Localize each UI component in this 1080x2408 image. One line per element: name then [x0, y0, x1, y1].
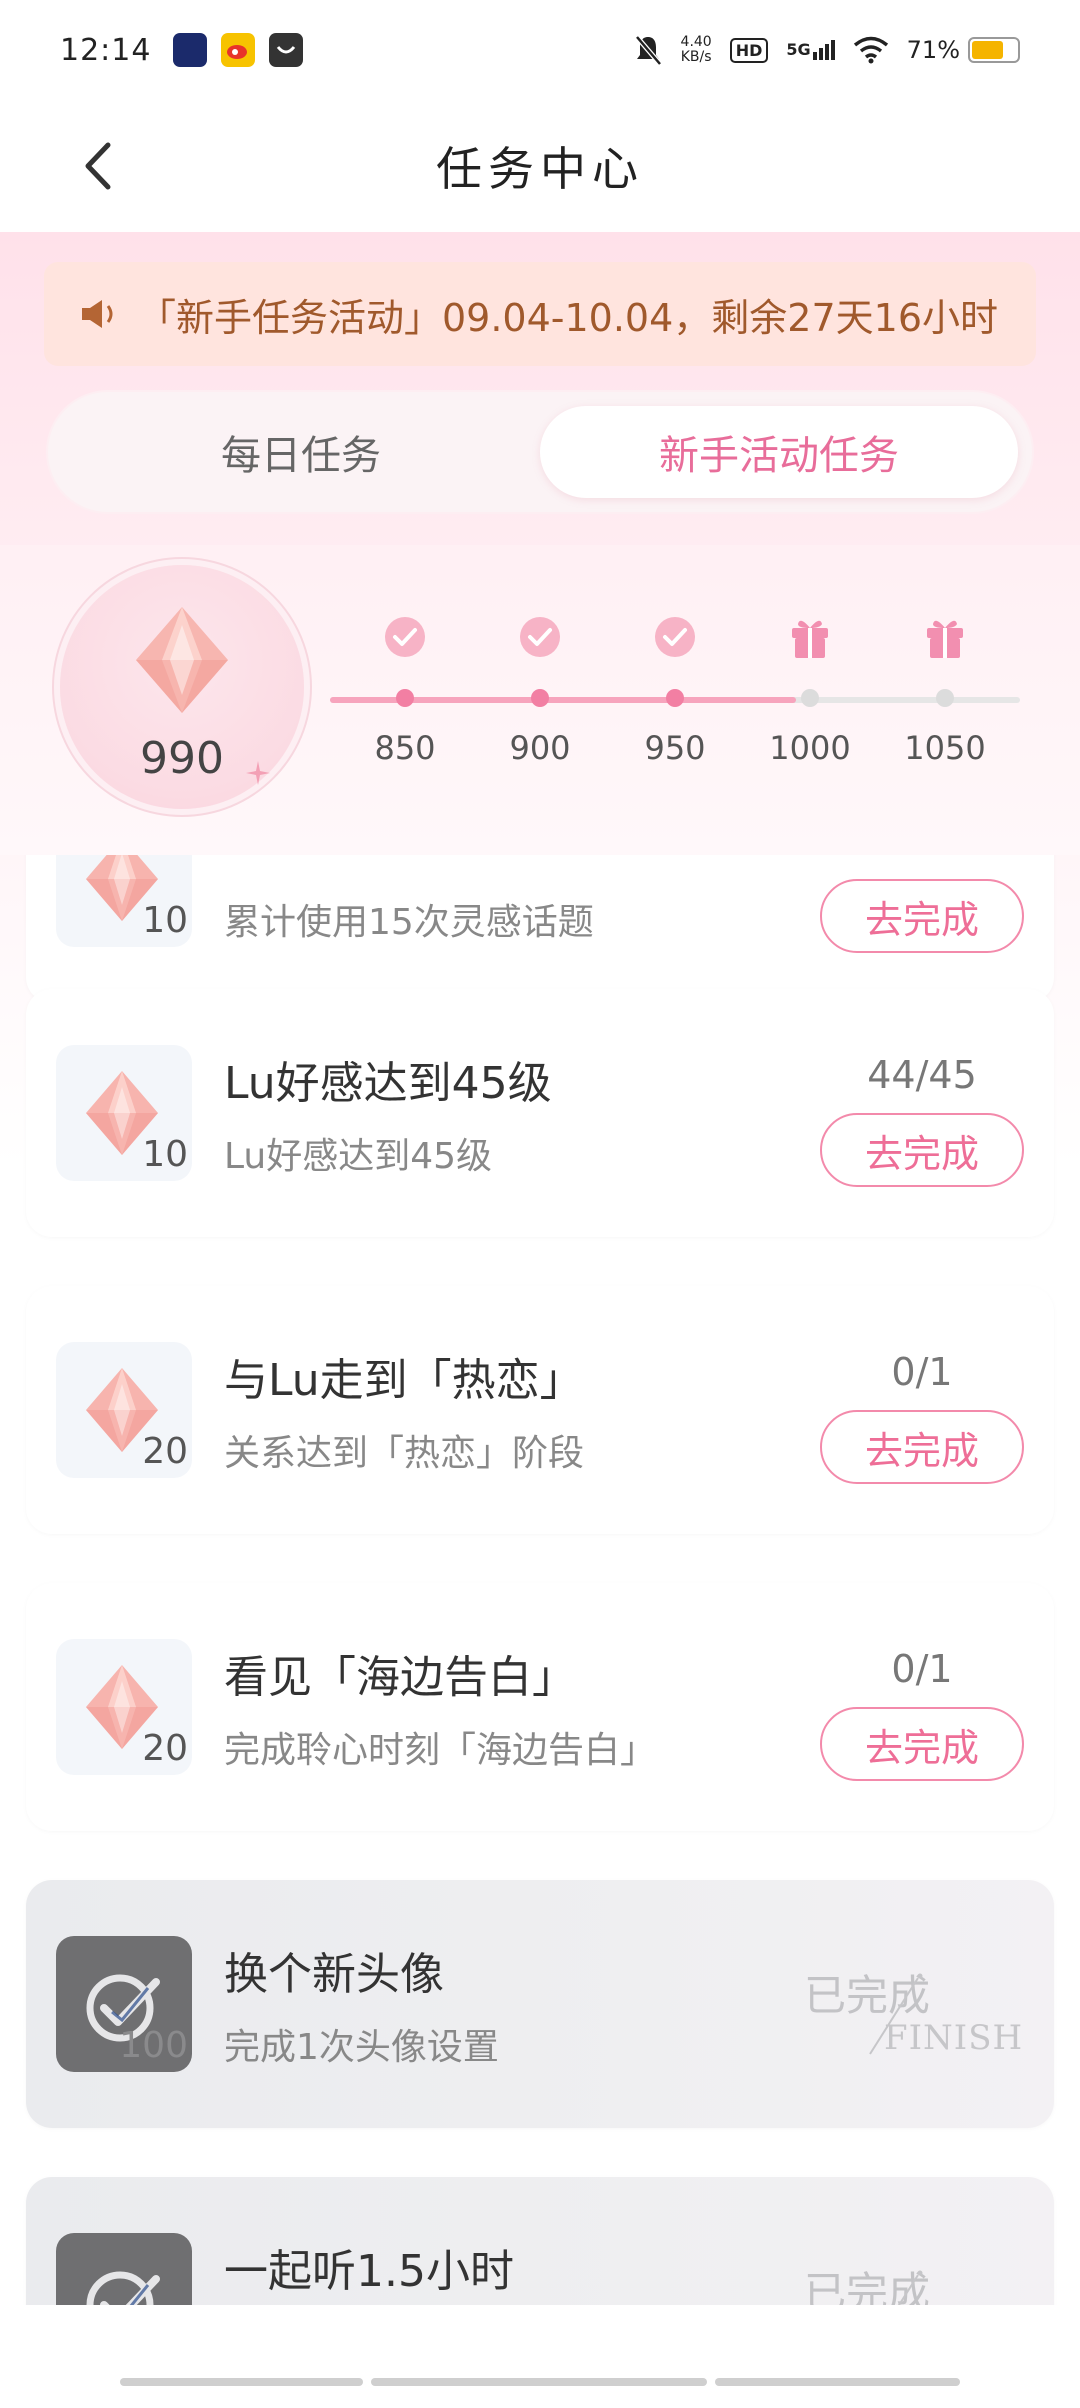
go-complete-button[interactable]: 去完成 [820, 1113, 1024, 1187]
battery-text: 71% [906, 36, 960, 64]
go-complete-button[interactable]: 去完成 [820, 1410, 1024, 1484]
milestone-label: 900 [509, 729, 571, 767]
back-button[interactable] [70, 138, 126, 194]
task-reward-icon: 10 [56, 855, 192, 947]
check-circle-icon [520, 617, 560, 657]
check-circle-icon [655, 617, 695, 657]
signal-icon: 5G [786, 40, 835, 60]
milestone-850[interactable]: 850 [345, 545, 465, 767]
gesture-bar [120, 2378, 960, 2386]
task-title: 看见「海边告白」 [224, 1652, 576, 1703]
task-description: Lu好感达到45级 [224, 1136, 493, 1177]
milestone-dot [666, 689, 684, 707]
task-reward-amount: 10 [142, 1134, 188, 1175]
task-description: 累计使用15次灵感话题 [224, 902, 594, 943]
milestone-dot [396, 689, 414, 707]
task-progress: 0/1 [891, 1647, 953, 1691]
milestone-dot [531, 689, 549, 707]
task-description: 关系达到「热恋」阶段 [224, 1433, 585, 1474]
status-notification-icons [173, 33, 304, 67]
current-score: 990 [140, 733, 224, 784]
task-title: 换个新头像 [224, 1949, 444, 2000]
task-title: 一起听1.5小时 [224, 2246, 514, 2297]
task-list[interactable]: 10 累计使用15次灵感话题 去完成 10 Lu好感达到45级 Lu好感达到45级 44/4… [0, 855, 1080, 2305]
task-title: 与Lu走到「热恋」 [224, 1355, 584, 1406]
chevron-left-icon [85, 142, 111, 190]
task-reward-icon: 10 [56, 1045, 192, 1181]
milestone-label: 950 [644, 729, 706, 767]
net-speed-unit: KB/s [680, 49, 712, 65]
task-reward-icon [56, 2233, 192, 2305]
score-badge: 990 [60, 565, 304, 809]
task-tabs: 每日任务 新手活动任务 [48, 392, 1032, 512]
go-complete-button[interactable]: 去完成 [820, 1707, 1024, 1781]
task-reward-amount: 20 [142, 1431, 188, 1472]
task-progress: 44/45 [867, 1053, 977, 1097]
hd-icon: HD [729, 37, 769, 63]
task-card-completed: 一起听1.5小时 已完成 [26, 2177, 1054, 2305]
battery: 71% [907, 36, 1020, 64]
status-system-icons: 4.40 KB/s HD 5G 71% [633, 33, 1020, 67]
task-progress: 0/1 [891, 1350, 953, 1394]
milestone-label: 1000 [769, 729, 851, 767]
app-notification-icon [269, 33, 304, 67]
net-speed: 4.40 KB/s [681, 35, 712, 65]
go-complete-button[interactable]: 去完成 [820, 879, 1024, 953]
task-card: 10 累计使用15次灵感话题 去完成 [26, 855, 1054, 1003]
status-time: 12:14 [60, 32, 152, 68]
pink-diamond-icon [136, 607, 228, 713]
net-speed-value: 4.40 [680, 34, 712, 50]
task-card: 10 Lu好感达到45级 Lu好感达到45级 44/45 去完成 [26, 989, 1054, 1237]
page-title: 任务中心 [436, 142, 644, 196]
task-reward-icon: 20 [56, 1639, 192, 1775]
milestone-dot [801, 689, 819, 707]
task-reward-amount: 100 [119, 2025, 188, 2066]
speaker-icon [82, 300, 113, 328]
gift-icon [792, 620, 828, 658]
tab-daily-tasks[interactable]: 每日任务 [62, 406, 540, 498]
mute-bell-icon [634, 35, 662, 66]
completed-stamp: 已完成 FINISH [804, 1962, 1024, 2062]
stamp-stroke-icon [869, 1973, 923, 2055]
task-card-completed: 100 换个新头像完成1次头像设置 已完成 FINISH [26, 1880, 1054, 2128]
task-description: 完成聆心时刻「海边告白」 [224, 1730, 657, 1771]
milestone-1050[interactable]: 1050 [885, 545, 1005, 767]
check-circle-icon [86, 2271, 160, 2305]
milestone-950[interactable]: 950 [615, 545, 735, 767]
task-reward-amount: 20 [142, 1728, 188, 1769]
task-reward-amount: 10 [142, 900, 188, 941]
task-description: 完成1次头像设置 [224, 2027, 499, 2068]
task-title: Lu好感达到45级 [224, 1058, 552, 1109]
activity-notice-banner: 「新手任务活动」09.04-10.04，剩余27天16小时 [44, 262, 1036, 366]
milestone-label: 1050 [904, 729, 986, 767]
milestone-dot [936, 689, 954, 707]
completed-stamp: 已完成 [804, 2259, 1024, 2305]
notice-text: 「新手任务活动」09.04-10.04，剩余27天16小时 [138, 295, 998, 340]
weibo-icon [221, 33, 256, 67]
milestone-900[interactable]: 900 [480, 545, 600, 767]
task-reward-icon: 100 [56, 1936, 192, 2072]
wifi-icon [853, 36, 888, 64]
stamp-stroke-icon [897, 2270, 923, 2305]
check-circle-icon [385, 617, 425, 657]
gift-icon [927, 620, 963, 658]
tab-newbie-activity-tasks[interactable]: 新手活动任务 [540, 406, 1018, 498]
milestone-label: 850 [374, 729, 436, 767]
signal-label: 5G [786, 40, 811, 59]
task-reward-icon: 20 [56, 1342, 192, 1478]
status-bar: 12:14 4.40 KB/s HD 5G 71% [0, 0, 1080, 100]
task-card: 20 看见「海边告白」完成聆心时刻「海边告白」 0/1 去完成 [26, 1583, 1054, 1831]
nav-bar: 任务中心 [0, 100, 1080, 232]
milestone-1000[interactable]: 1000 [750, 545, 870, 767]
battery-icon [968, 37, 1020, 63]
app-notification-icon [173, 33, 208, 67]
task-card: 20 与Lu走到「热恋」关系达到「热恋」阶段 0/1 去完成 [26, 1286, 1054, 1534]
points-progress-card: 990 850 900 950 1000 1050 [0, 545, 1080, 855]
